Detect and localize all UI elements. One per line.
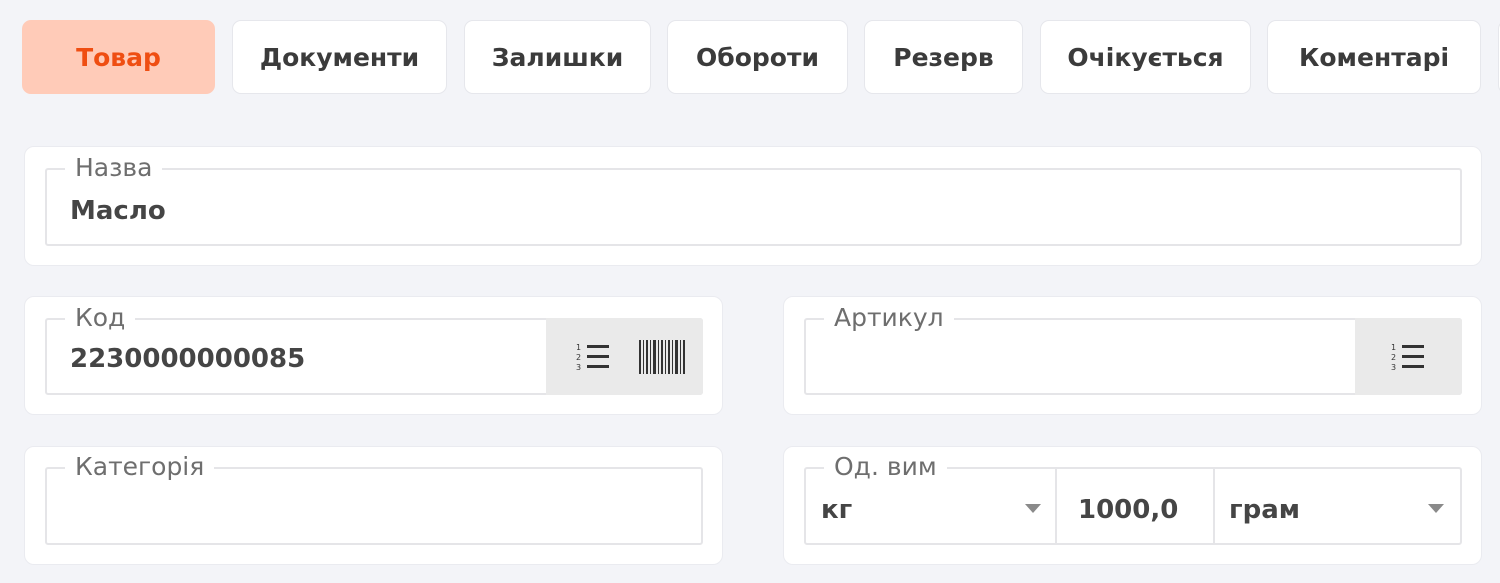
category-card: Категорія <box>24 446 723 565</box>
tab-stock[interactable]: Залишки <box>464 20 651 94</box>
chevron-down-icon <box>1428 504 1444 513</box>
tab-documents[interactable]: Документи <box>232 20 447 94</box>
unit-select[interactable]: кг <box>806 469 1055 543</box>
sub-unit-select[interactable]: грам <box>1215 469 1460 543</box>
svg-text:2: 2 <box>1391 353 1396 362</box>
svg-text:3: 3 <box>576 363 581 372</box>
tab-turnover[interactable]: Обороти <box>667 20 848 94</box>
name-field[interactable]: Назва Масло <box>45 152 1462 246</box>
article-label: Артикул <box>824 302 954 334</box>
svg-text:1: 1 <box>1391 343 1396 352</box>
svg-text:2: 2 <box>576 353 581 362</box>
article-list-button[interactable]: 1 2 3 <box>1373 318 1443 395</box>
code-card: Код 2230000000085 1 2 3 <box>24 296 723 415</box>
article-field[interactable]: Артикул 1 2 3 <box>804 302 1462 395</box>
name-value[interactable]: Масло <box>70 196 166 226</box>
article-card: Артикул 1 2 3 <box>783 296 1482 415</box>
unit-select-value: кг <box>821 495 853 525</box>
article-addon: 1 2 3 <box>1355 318 1462 395</box>
svg-text:1: 1 <box>576 343 581 352</box>
code-value[interactable]: 2230000000085 <box>70 344 305 374</box>
code-barcode-button[interactable] <box>628 318 698 395</box>
code-field[interactable]: Код 2230000000085 1 2 3 <box>45 302 703 395</box>
tab-bar: Товар Документи Залишки Обороти Резерв О… <box>22 20 1500 96</box>
name-card: Назва Масло <box>24 146 1482 266</box>
tab-expected[interactable]: Очікується <box>1040 20 1251 94</box>
code-label: Код <box>65 302 136 334</box>
sub-unit-select-value: грам <box>1229 495 1300 525</box>
code-list-button[interactable]: 1 2 3 <box>558 318 628 395</box>
unit-quantity-value: 1000,0 <box>1078 495 1179 525</box>
svg-text:3: 3 <box>1391 363 1396 372</box>
numbered-list-icon: 1 2 3 <box>576 343 609 372</box>
code-addon: 1 2 3 <box>546 318 703 395</box>
tab-reserve[interactable]: Резерв <box>864 20 1023 94</box>
tab-product[interactable]: Товар <box>22 20 215 94</box>
tab-comments[interactable]: Коментарі <box>1267 20 1481 94</box>
unit-field: Од. вим кг 1000,0 грам <box>804 451 1462 545</box>
name-label: Назва <box>65 152 163 184</box>
numbered-list-icon: 1 2 3 <box>1391 343 1424 372</box>
unit-quantity-input[interactable]: 1000,0 <box>1057 469 1213 543</box>
unit-card: Од. вим кг 1000,0 грам <box>783 446 1482 565</box>
category-field[interactable]: Категорія <box>45 451 703 545</box>
barcode-icon <box>639 339 685 374</box>
category-label: Категорія <box>65 451 215 483</box>
chevron-down-icon <box>1025 504 1041 513</box>
